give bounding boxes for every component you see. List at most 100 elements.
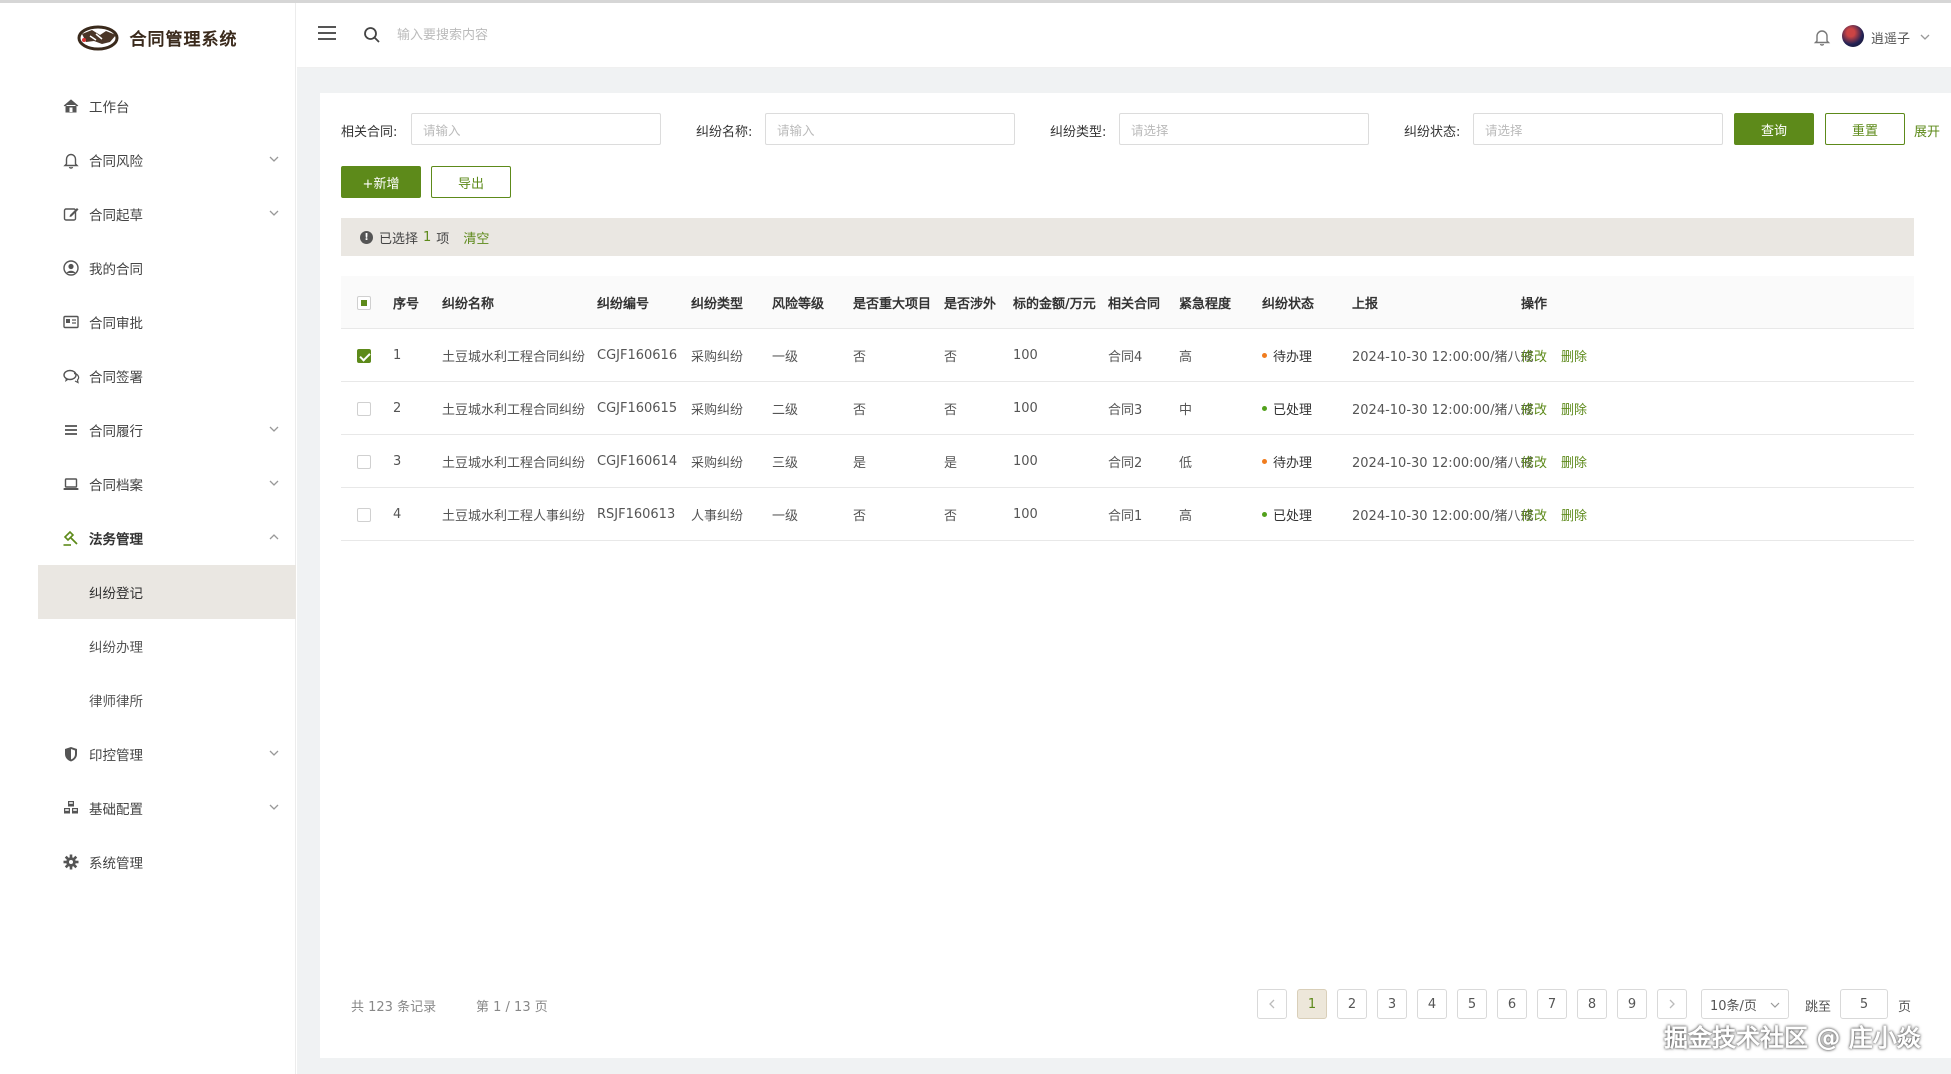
table-header: 序号 纠纷名称 纠纷编号 纠纷类型 风险等级 是否重大项目 是否涉外 标的金额/万元 相关合同 紧… bbox=[341, 276, 1914, 329]
clear-selection-link[interactable]: 清空 bbox=[463, 228, 489, 247]
edit-icon bbox=[62, 205, 80, 223]
cell-type: 人事纠纷 bbox=[691, 509, 744, 524]
page-button[interactable]: 9 bbox=[1617, 989, 1647, 1019]
page-button[interactable]: 7 bbox=[1537, 989, 1567, 1019]
page-button[interactable]: 3 bbox=[1377, 989, 1407, 1019]
sidebar-item-1[interactable]: 合同风险 bbox=[38, 133, 296, 187]
page-button[interactable]: 6 bbox=[1497, 989, 1527, 1019]
dispute-type-select[interactable]: 请选择 bbox=[1119, 113, 1369, 145]
cell-urgency: 中 bbox=[1179, 403, 1193, 418]
page-size-select[interactable]: 10条/页 bbox=[1701, 989, 1789, 1019]
status-text: 待办理 bbox=[1273, 350, 1313, 365]
sidebar-item-0[interactable]: 工作台 bbox=[38, 79, 296, 133]
sidebar-item-label: 合同签署 bbox=[89, 370, 143, 386]
column-header: 是否重大项目 bbox=[853, 297, 932, 312]
sidebar-item-8[interactable]: 法务管理 bbox=[38, 511, 296, 565]
row-checkbox[interactable] bbox=[357, 507, 371, 522]
dispute-name-input[interactable]: 请输入 bbox=[765, 113, 1015, 145]
gavel-icon bbox=[62, 529, 80, 547]
sidebar-item-5[interactable]: 合同签署 bbox=[38, 349, 296, 403]
chevron-down-icon[interactable] bbox=[1919, 31, 1931, 43]
status-text: 待办理 bbox=[1273, 456, 1313, 471]
expand-link[interactable]: 展开 bbox=[1914, 121, 1940, 140]
app-title: 合同管理系统 bbox=[129, 29, 238, 50]
add-button[interactable]: +新增 bbox=[341, 166, 421, 198]
cell-type: 采购纠纷 bbox=[691, 350, 744, 365]
sidebar-item-2[interactable]: 合同起草 bbox=[38, 187, 296, 241]
cell-name: 土豆城水利工程合同纠纷 bbox=[442, 456, 586, 471]
selection-prefix: 已选择 bbox=[379, 231, 419, 247]
query-button[interactable]: 查询 bbox=[1734, 113, 1814, 145]
cell-code: CGJF160616 bbox=[597, 348, 678, 363]
next-page-button[interactable] bbox=[1657, 989, 1687, 1019]
watermark: 掘金技术社区 @ 庄小焱 bbox=[1664, 1024, 1921, 1052]
cell-major: 否 bbox=[853, 403, 867, 418]
jump-label: 跳至 bbox=[1805, 1000, 1832, 1015]
dispute-status-select[interactable]: 请选择 bbox=[1473, 113, 1723, 145]
info-icon: ! bbox=[360, 230, 373, 244]
page-button[interactable]: 1 bbox=[1297, 989, 1327, 1019]
selection-alert: ! 已选择 1 项 清空 bbox=[341, 218, 1914, 256]
delete-link[interactable]: 删除 bbox=[1561, 505, 1587, 524]
username[interactable]: 逍遥子 bbox=[1871, 28, 1910, 47]
sidebar-item-4[interactable]: 合同审批 bbox=[38, 295, 296, 349]
sidebar-item-9[interactable]: 印控管理 bbox=[38, 727, 296, 781]
cell-major: 否 bbox=[853, 509, 867, 524]
jump-page-input[interactable]: 5 bbox=[1840, 989, 1888, 1019]
sidebar-item-3[interactable]: 我的合同 bbox=[38, 241, 296, 295]
export-button[interactable]: 导出 bbox=[431, 166, 511, 198]
cell-amount: 100 bbox=[1013, 454, 1038, 469]
related-contract-input[interactable]: 请输入 bbox=[411, 113, 661, 145]
cell-foreign: 否 bbox=[944, 509, 958, 524]
sidebar-item-label: 我的合同 bbox=[89, 262, 143, 278]
status-dot bbox=[1262, 406, 1267, 411]
laptop-icon bbox=[62, 475, 80, 493]
reset-button[interactable]: 重置 bbox=[1825, 113, 1905, 145]
sidebar-item-label: 合同履行 bbox=[89, 424, 143, 440]
selection-suffix: 项 bbox=[436, 231, 450, 247]
cell-no: 1 bbox=[393, 348, 402, 363]
column-header: 序号 bbox=[393, 297, 420, 312]
menu-toggle-icon[interactable] bbox=[318, 26, 336, 40]
edit-link[interactable]: 修改 bbox=[1521, 346, 1547, 365]
column-header: 纠纷编号 bbox=[597, 297, 650, 312]
cell-code: RSJF160613 bbox=[597, 507, 676, 522]
edit-link[interactable]: 修改 bbox=[1521, 452, 1547, 471]
page-button[interactable]: 4 bbox=[1417, 989, 1447, 1019]
submenu-item-0[interactable]: 纠纷登记 bbox=[38, 565, 300, 619]
search-icon[interactable] bbox=[363, 26, 381, 44]
select-all-checkbox[interactable] bbox=[357, 295, 371, 310]
sidebar-item-11[interactable]: 系统管理 bbox=[38, 835, 296, 889]
sidebar-item-10[interactable]: 基础配置 bbox=[38, 781, 296, 835]
submenu-item-1[interactable]: 纠纷办理 bbox=[38, 619, 296, 673]
total-records: 共 123 条记录 bbox=[351, 1000, 437, 1015]
row-checkbox[interactable] bbox=[357, 348, 371, 363]
page-size-value: 10条/页 bbox=[1710, 998, 1757, 1014]
related-contract-label: 相关合同: bbox=[341, 125, 398, 140]
dispute-status-label: 纠纷状态: bbox=[1404, 125, 1461, 140]
delete-link[interactable]: 删除 bbox=[1561, 346, 1587, 365]
column-header: 标的金额/万元 bbox=[1013, 297, 1096, 312]
page-button[interactable]: 8 bbox=[1577, 989, 1607, 1019]
sidebar-item-6[interactable]: 合同履行 bbox=[38, 403, 296, 457]
delete-link[interactable]: 删除 bbox=[1561, 452, 1587, 471]
page-button[interactable]: 5 bbox=[1457, 989, 1487, 1019]
avatar[interactable] bbox=[1842, 25, 1864, 47]
cell-name: 土豆城水利工程合同纠纷 bbox=[442, 350, 586, 365]
row-checkbox[interactable] bbox=[357, 454, 371, 469]
page-button[interactable]: 2 bbox=[1337, 989, 1367, 1019]
cell-no: 2 bbox=[393, 401, 402, 416]
edit-link[interactable]: 修改 bbox=[1521, 399, 1547, 418]
cell-type: 采购纠纷 bbox=[691, 403, 744, 418]
column-header: 紧急程度 bbox=[1179, 297, 1232, 312]
delete-link[interactable]: 删除 bbox=[1561, 399, 1587, 418]
home-icon bbox=[62, 97, 80, 115]
row-checkbox[interactable] bbox=[357, 401, 371, 416]
bell-icon[interactable] bbox=[1813, 28, 1831, 46]
prev-page-button[interactable] bbox=[1257, 989, 1287, 1019]
search-input[interactable] bbox=[397, 21, 697, 49]
sidebar-item-7[interactable]: 合同档案 bbox=[38, 457, 296, 511]
edit-link[interactable]: 修改 bbox=[1521, 505, 1547, 524]
submenu-item-2[interactable]: 律师律所 bbox=[38, 673, 296, 727]
status-text: 已处理 bbox=[1273, 509, 1313, 524]
